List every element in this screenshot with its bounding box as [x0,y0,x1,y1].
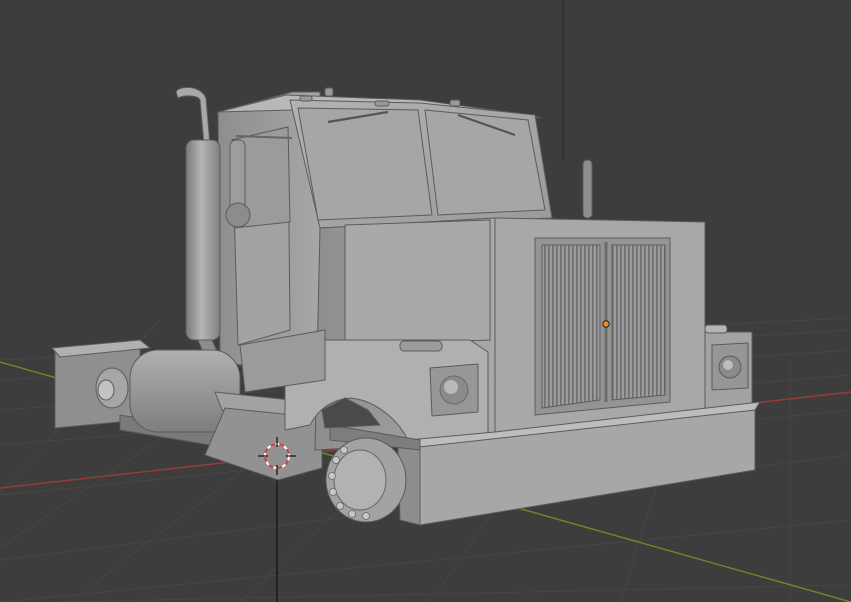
truck-model[interactable] [51,87,761,526]
windshield-left [297,107,433,221]
headlight-right-lens [723,360,733,370]
exhaust-stack [185,139,221,341]
3d-viewport[interactable] [0,0,851,602]
right-fender-top [704,324,728,334]
object-origin-icon[interactable] [602,320,610,328]
grille-left [541,244,601,409]
viewport-canvas[interactable] [0,0,851,602]
grille-right [611,244,666,401]
side-mirror [229,139,246,213]
fuel-tank-cap-inner [97,379,115,401]
fender-light [399,340,443,352]
exhaust-pipe [175,87,211,146]
hood-side-panel [344,219,491,346]
headlight-lens [444,380,458,394]
hood-air-pipe [582,159,593,219]
front-wheel-inner [333,449,387,511]
windshield-right [424,109,546,216]
mirror-round [225,202,251,228]
